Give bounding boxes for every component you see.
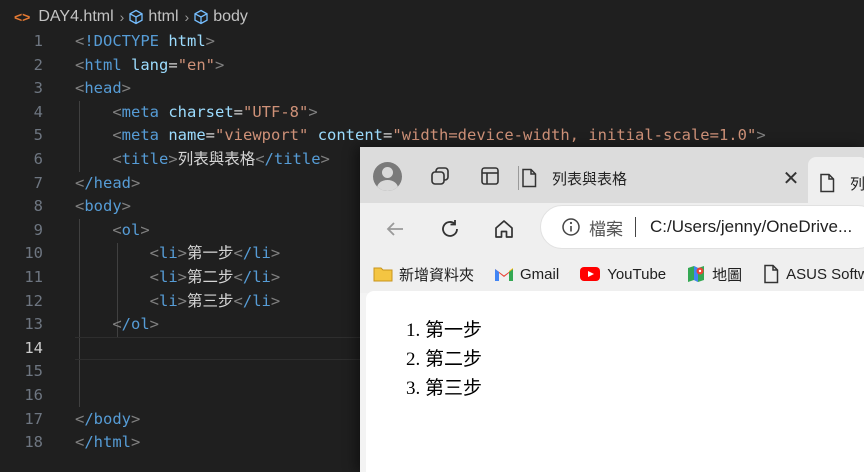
address-bar[interactable]: 檔案 C:/Users/jenny/OneDrive... [540,205,864,249]
back-arrow-icon[interactable] [379,213,411,245]
line-number: 2 [33,55,43,74]
tab-title: 列 [850,175,864,193]
list-item-text: 第二步 [425,349,483,370]
youtube-icon [579,266,601,282]
line-number: 3 [33,79,43,98]
chevron-right-icon: › [119,9,125,25]
line-number-gutter: 1 2 3 4 5 6 7 8 9 10 11 12 13 14 15 16 1… [0,30,50,455]
profile-avatar-icon[interactable] [373,162,402,191]
line-number: 10 [24,244,43,263]
breadcrumb: <> DAY4.html › html › body [0,0,864,34]
page-viewport: 1. 第一步 2. 第二步 3. 第三步 [366,291,864,472]
line-number: 1 [33,32,43,50]
line-number: 18 [24,433,43,452]
list-marker: 1. [406,320,421,341]
page-icon [762,264,780,284]
code-line-1: <!DOCTYPE html> [75,32,216,50]
breadcrumb-file[interactable]: DAY4.html [38,8,113,26]
page-icon [522,168,537,188]
code-line-3: <head> [75,79,132,98]
list-item: 1. 第一步 [406,316,482,345]
line-number: 9 [33,220,43,239]
ordered-list: 1. 第一步 2. 第二步 3. 第三步 [406,316,482,403]
line-number: 16 [24,385,43,404]
html-file-icon: <> [14,9,31,25]
line-number-active: 14 [24,338,43,357]
browser-toolbar: 檔案 C:/Users/jenny/OneDrive... [360,203,864,255]
line-number: 7 [33,173,43,192]
breadcrumb-body[interactable]: body [193,8,248,26]
bookmark-label: 新增資料夾 [399,266,475,284]
list-marker: 2. [406,349,421,370]
list-item-text: 第一步 [425,320,483,341]
list-item-text: 第三步 [425,378,483,399]
folder-icon [373,265,393,283]
bookmark-gmail[interactable]: Gmail [494,266,559,283]
code-line-5: <meta name="viewport" content="width=dev… [112,126,766,145]
home-icon[interactable] [488,213,520,245]
bookmarks-bar: 新增資料夾 Gmail YouTube 地圖 ASUS Softw [360,255,864,293]
line-number: 13 [24,315,43,334]
tab-inactive[interactable]: 列 [808,157,864,209]
close-tab-icon[interactable]: ✕ [776,163,806,193]
chevron-right-icon: › [184,9,190,25]
bookmark-maps[interactable]: 地圖 [686,264,742,285]
line-number: 17 [24,409,43,428]
bookmark-label: 地圖 [712,266,743,284]
breadcrumb-body-label: body [213,8,248,25]
workspaces-icon[interactable] [426,162,454,190]
vertical-tabs-icon[interactable] [476,162,504,190]
symbol-element-icon [129,9,143,25]
breadcrumb-html-label: html [148,8,179,25]
symbol-element-icon [194,9,208,25]
bookmark-label: Gmail [520,265,560,283]
line-number: 4 [33,102,43,121]
line-number: 15 [24,362,43,381]
line-number: 6 [33,149,43,168]
tab-strip: 列表與表格 ✕ 列 [360,147,864,209]
tab-active[interactable]: 列表與表格 ✕ [520,155,806,201]
url-text[interactable]: C:/Users/jenny/OneDrive... [650,217,852,237]
info-icon[interactable] [561,217,581,237]
list-item: 3. 第三步 [406,374,482,403]
bookmark-label: ASUS Softw [786,265,864,283]
bookmark-new-folder[interactable]: 新增資料夾 [373,264,474,285]
bookmark-label: YouTube [607,265,667,283]
gmail-icon [494,266,514,282]
page-icon [820,173,835,193]
tab-divider [518,166,519,190]
line-number: 11 [24,267,43,286]
line-number: 8 [33,197,43,216]
breadcrumb-html[interactable]: html [128,8,179,26]
bookmark-youtube[interactable]: YouTube [579,266,666,283]
bookmark-asus[interactable]: ASUS Softw [762,264,864,284]
site-info-label: 檔案 [589,219,623,239]
list-item: 2. 第二步 [406,345,482,374]
code-line-4: <meta charset="UTF-8"> [112,102,318,121]
code-line-2: <html lang="en"> [75,55,225,74]
tab-title: 列表與表格 [552,170,628,188]
line-number: 12 [24,291,43,310]
browser-window: 列表與表格 ✕ 列 檔案 C:/Users/jenny/OneDrive... … [360,147,864,472]
maps-icon [686,264,706,284]
refresh-icon[interactable] [434,213,466,245]
address-divider [635,217,636,237]
line-number: 5 [33,126,43,145]
list-marker: 3. [406,378,421,399]
